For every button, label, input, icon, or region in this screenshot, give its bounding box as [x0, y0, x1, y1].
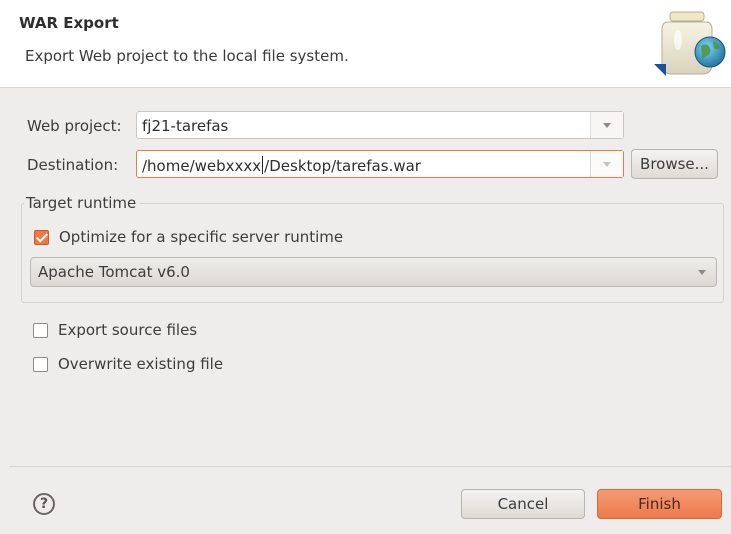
chevron-down-icon	[603, 122, 611, 128]
web-project-combo[interactable]: fj21-tarefas	[136, 111, 624, 139]
wizard-description: Export Web project to the local file sys…	[25, 47, 349, 65]
overwrite-existing-checkbox[interactable]	[33, 357, 48, 372]
optimize-runtime-checkbox[interactable]	[34, 230, 49, 245]
server-runtime-value: Apache Tomcat v6.0	[38, 263, 190, 281]
destination-value-end: /Desktop/tarefas.war	[264, 157, 421, 175]
destination-label: Destination:	[27, 156, 119, 174]
browse-button[interactable]: Browse...	[631, 149, 718, 179]
destination-input[interactable]: /home/webxxxx/Desktop/tarefas.war	[136, 150, 624, 178]
export-source-label[interactable]: Export source files	[58, 321, 197, 339]
overwrite-existing-label[interactable]: Overwrite existing file	[58, 355, 223, 373]
web-project-value: fj21-tarefas	[142, 117, 229, 135]
server-runtime-select[interactable]: Apache Tomcat v6.0	[30, 257, 717, 287]
cancel-button[interactable]: Cancel	[461, 489, 585, 519]
destination-value-start: /home/webxxxx	[142, 157, 262, 175]
finish-button[interactable]: Finish	[597, 489, 722, 519]
web-project-label: Web project:	[27, 117, 122, 135]
footer-divider	[9, 466, 731, 467]
export-source-checkbox[interactable]	[33, 323, 48, 338]
target-runtime-group-title: Target runtime	[24, 194, 141, 212]
wizard-title: WAR Export	[19, 14, 119, 32]
target-runtime-group	[21, 203, 724, 303]
optimize-runtime-label[interactable]: Optimize for a specific server runtime	[59, 228, 343, 246]
wizard-header: WAR Export Export Web project to the loc…	[0, 0, 731, 88]
war-export-banner-icon	[654, 11, 726, 76]
chevron-down-icon	[603, 161, 611, 167]
chevron-down-icon	[698, 270, 706, 275]
destination-value: /home/webxxxx/Desktop/tarefas.war	[142, 156, 421, 175]
destination-dropdown-button[interactable]	[590, 151, 623, 177]
web-project-dropdown-button[interactable]	[590, 112, 623, 138]
help-icon[interactable]: ?	[33, 493, 55, 515]
